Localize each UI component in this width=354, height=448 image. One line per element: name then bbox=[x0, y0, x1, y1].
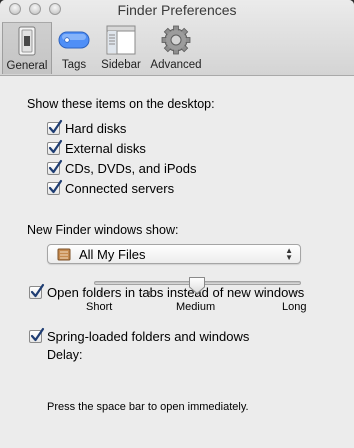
tab-sidebar-label: Sidebar bbox=[101, 59, 141, 71]
slider-label-short: Short bbox=[86, 301, 113, 313]
slider-tick bbox=[100, 291, 101, 295]
tab-general-label: General bbox=[6, 60, 48, 72]
general-pane: Show these items on the desktop: Hard di… bbox=[0, 76, 354, 448]
title-toolbar: Finder Preferences General Tags Sidebar … bbox=[0, 0, 354, 76]
checkbox-cds-dvds-ipods-box[interactable] bbox=[47, 159, 63, 175]
checkbox-hard-disks-box[interactable] bbox=[47, 119, 63, 135]
checkmark-icon bbox=[48, 159, 63, 173]
checkbox-spring-loaded-box[interactable] bbox=[29, 327, 45, 343]
checkbox-external-disks-box[interactable] bbox=[47, 139, 63, 155]
checkbox-hard-disks-label: Hard disks bbox=[65, 120, 127, 136]
tab-general[interactable]: General bbox=[2, 22, 52, 74]
slider-tick bbox=[149, 291, 150, 295]
window-title: Finder Preferences bbox=[117, 2, 237, 18]
checkbox-cds-dvds-ipods[interactable]: CDs, DVDs, and iPods bbox=[47, 159, 197, 176]
popup-arrows-icon: ▲ ▼ bbox=[285, 246, 293, 262]
new-window-popup[interactable]: All My Files ▲ ▼ bbox=[47, 244, 301, 264]
tab-advanced[interactable]: Advanced bbox=[148, 22, 204, 74]
checkbox-open-in-tabs[interactable]: Open folders in tabs instead of new wind… bbox=[29, 283, 305, 300]
checkbox-connected-servers[interactable]: Connected servers bbox=[47, 179, 175, 196]
checkmark-icon bbox=[48, 179, 63, 193]
checkmark-icon bbox=[30, 283, 45, 297]
checkbox-connected-servers-label: Connected servers bbox=[65, 180, 175, 196]
checkbox-hard-disks[interactable]: Hard disks bbox=[47, 119, 127, 136]
checkbox-external-disks[interactable]: External disks bbox=[47, 139, 146, 156]
delay-slider-knob[interactable] bbox=[188, 276, 206, 295]
checkbox-open-in-tabs-box[interactable] bbox=[29, 283, 45, 299]
tag-icon bbox=[57, 25, 91, 55]
new-window-popup-value: All My Files bbox=[79, 246, 146, 262]
gear-icon bbox=[159, 25, 193, 55]
all-my-files-icon bbox=[57, 248, 71, 261]
slider-label-long: Long bbox=[282, 301, 307, 313]
checkbox-spring-loaded[interactable]: Spring-loaded folders and windows bbox=[29, 327, 250, 344]
slider-tick bbox=[246, 291, 247, 295]
slider-label-medium: Medium bbox=[176, 301, 216, 313]
checkbox-spring-loaded-label: Spring-loaded folders and windows bbox=[47, 328, 250, 344]
finder-preferences-window: Finder Preferences General Tags Sidebar … bbox=[0, 0, 354, 448]
checkmark-icon bbox=[48, 139, 63, 153]
desktop-items-heading: Show these items on the desktop: bbox=[27, 97, 215, 111]
checkmark-icon bbox=[30, 327, 45, 341]
checkbox-external-disks-label: External disks bbox=[65, 140, 146, 156]
new-window-heading: New Finder windows show: bbox=[27, 223, 179, 237]
checkbox-connected-servers-box[interactable] bbox=[47, 179, 63, 195]
checkbox-open-in-tabs-label: Open folders in tabs instead of new wind… bbox=[47, 284, 305, 300]
tab-advanced-label: Advanced bbox=[150, 59, 202, 71]
sidebar-icon bbox=[104, 25, 138, 55]
tab-tags-label: Tags bbox=[61, 59, 87, 71]
delay-label: Delay: bbox=[47, 348, 83, 362]
slider-tick bbox=[295, 291, 296, 295]
checkbox-cds-dvds-ipods-label: CDs, DVDs, and iPods bbox=[65, 160, 197, 176]
checkmark-icon bbox=[48, 119, 63, 133]
tab-tags[interactable]: Tags bbox=[54, 22, 94, 74]
tab-sidebar[interactable]: Sidebar bbox=[96, 22, 146, 74]
general-switch-icon bbox=[10, 26, 44, 56]
